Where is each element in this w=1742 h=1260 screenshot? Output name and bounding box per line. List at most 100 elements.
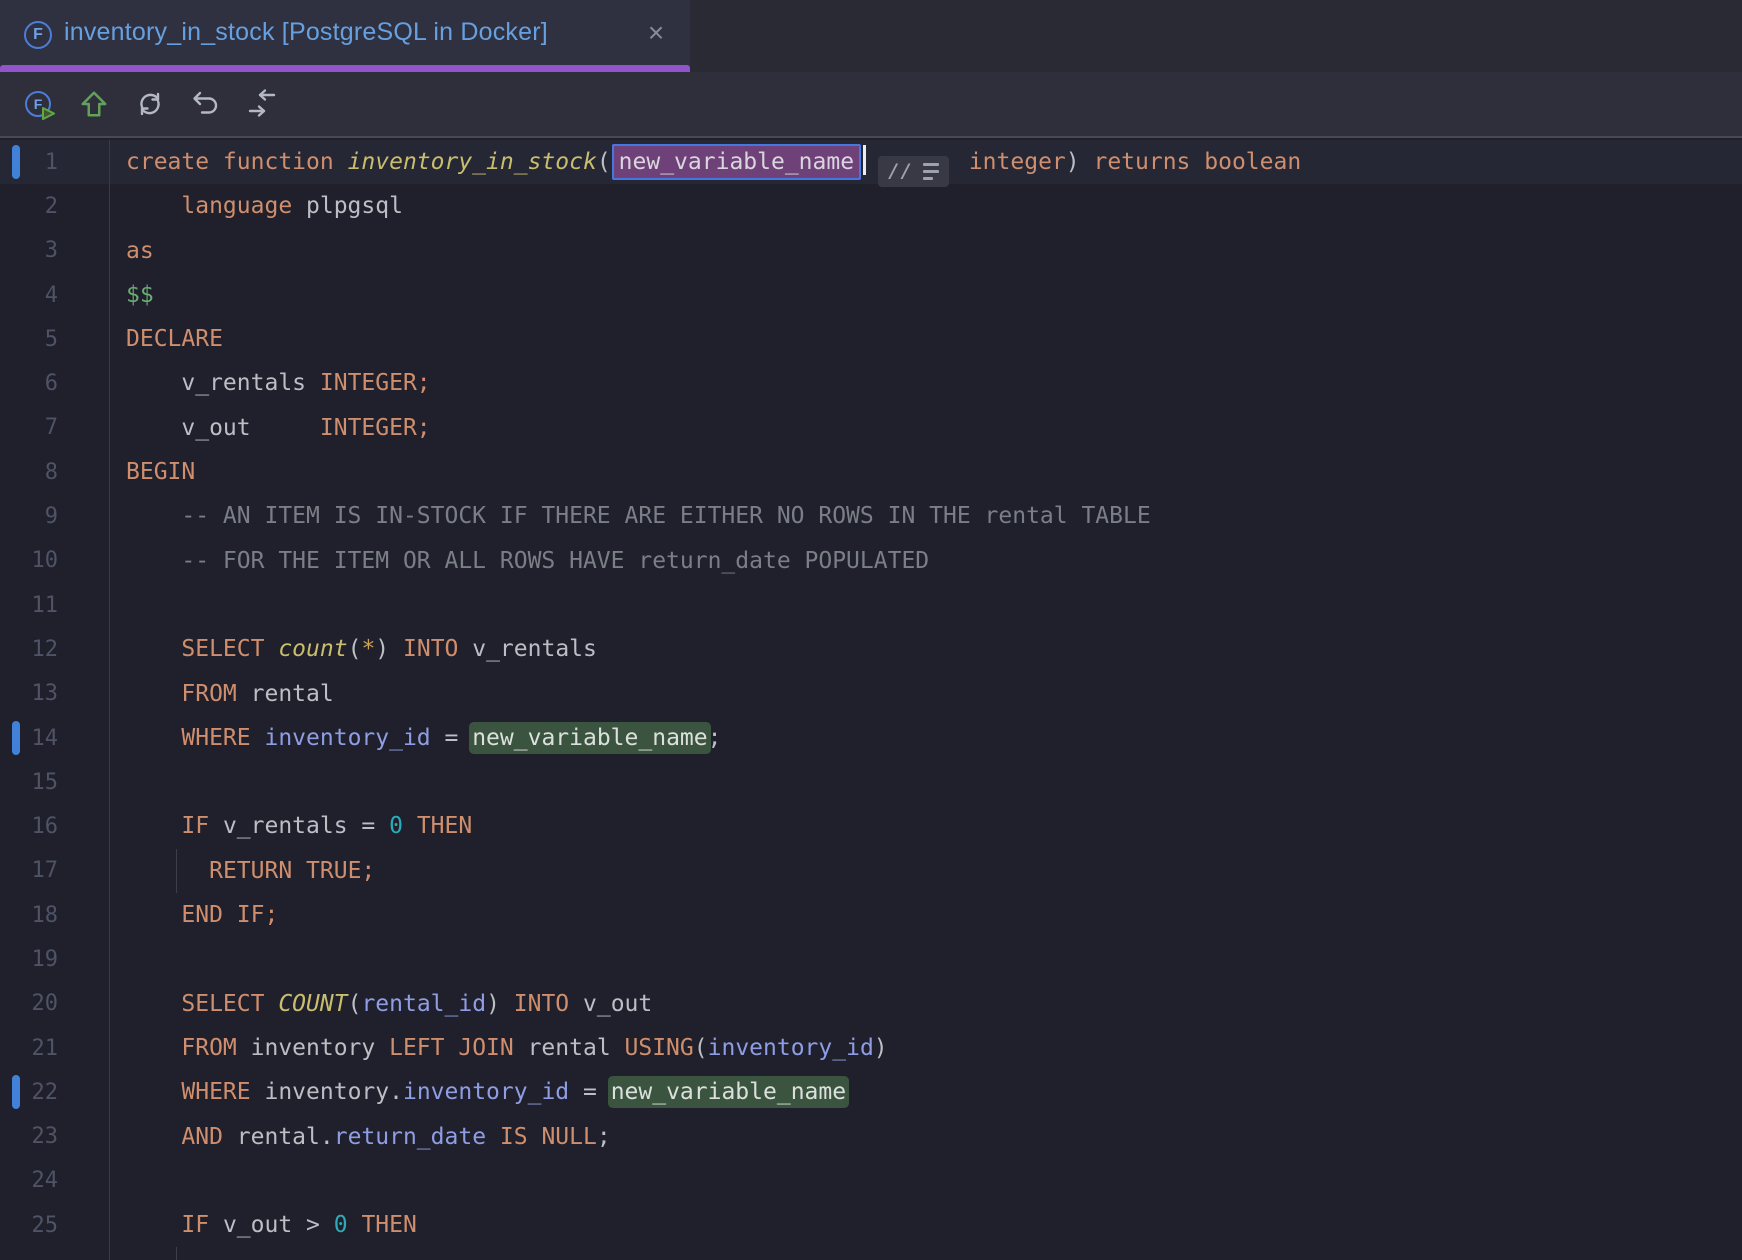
- gutter: 11: [0, 583, 110, 627]
- comment-occurrences-icon: //: [888, 162, 913, 181]
- line-number: 8: [0, 460, 58, 485]
- code-text: END IF;: [110, 893, 1742, 937]
- code-token: [486, 1124, 500, 1150]
- code-line: 12 SELECT count(*) INTO v_rentals: [0, 627, 1742, 671]
- code-token: [348, 1212, 362, 1238]
- code-line: 13 FROM rental: [0, 672, 1742, 716]
- code-line: 4 $$: [0, 273, 1742, 317]
- code-token: rental: [237, 681, 334, 707]
- code-token: rental.: [223, 1124, 334, 1150]
- code-token: =: [569, 1079, 611, 1105]
- submit-button[interactable]: [76, 86, 112, 122]
- code-text: as: [110, 229, 1742, 273]
- code-editor[interactable]: 1create function inventory_in_stock(new_…: [0, 140, 1742, 1260]
- code-token: integer: [969, 149, 1066, 175]
- close-icon[interactable]: ×: [636, 0, 676, 65]
- code-token: (: [597, 149, 611, 175]
- refresh-icon: [134, 88, 166, 120]
- gutter: 5: [0, 317, 110, 361]
- code-token: WHERE: [181, 1079, 250, 1105]
- gutter: [0, 1247, 110, 1260]
- code-token: v_rentals =: [209, 813, 389, 839]
- code-text: SELECT COUNT(rental_id) INTO v_out: [110, 982, 1742, 1026]
- code-token: ): [375, 636, 403, 662]
- code-line: 17 RETURN TRUE;: [0, 849, 1742, 893]
- code-line: 19: [0, 937, 1742, 981]
- gutter: 3: [0, 229, 110, 273]
- code-token: plpgsql: [292, 193, 403, 219]
- undo-button[interactable]: [188, 86, 224, 122]
- line-number: 7: [0, 415, 58, 440]
- code-line: 24: [0, 1159, 1742, 1203]
- tab-inventory-in-stock[interactable]: F inventory_in_stock [PostgreSQL in Dock…: [0, 0, 690, 72]
- code-text: DECLARE: [110, 317, 1742, 361]
- text-caret: [863, 145, 866, 175]
- line-number: 4: [0, 283, 58, 308]
- line-number: 2: [0, 194, 58, 219]
- code-text: RETURN TRUE;: [110, 849, 1742, 893]
- code-token: 0: [389, 813, 403, 839]
- code-token: ;: [708, 725, 722, 751]
- code-token: (: [694, 1035, 708, 1061]
- refresh-button[interactable]: [132, 86, 168, 122]
- line-number: 10: [0, 548, 58, 573]
- code-text: $$: [110, 273, 1742, 317]
- code-token: 0: [334, 1212, 348, 1238]
- gutter: 9: [0, 494, 110, 538]
- code-text: FROM inventory LEFT JOIN rental USING(in…: [110, 1026, 1742, 1070]
- code-token: ): [486, 991, 514, 1017]
- code-line: [0, 1247, 1742, 1260]
- code-token: COUNT: [278, 991, 347, 1017]
- gutter: 15: [0, 760, 110, 804]
- gutter: 20: [0, 982, 110, 1026]
- line-number: 13: [0, 681, 58, 706]
- occurrence-highlight: new_variable_name: [611, 1079, 846, 1105]
- code-text: AND rental.return_date IS NULL;: [110, 1115, 1742, 1159]
- jump-to-editor-button[interactable]: [244, 86, 280, 122]
- run-function-button[interactable]: F: [20, 86, 56, 122]
- line-number: 22: [0, 1080, 58, 1105]
- gutter-change-marker: [12, 1075, 20, 1109]
- gutter: 6: [0, 361, 110, 405]
- rename-inplace-field[interactable]: new_variable_name: [612, 144, 861, 180]
- code-line: 11: [0, 583, 1742, 627]
- code-line: 23 AND rental.return_date IS NULL;: [0, 1115, 1742, 1159]
- code-line: 20 SELECT COUNT(rental_id) INTO v_out: [0, 982, 1742, 1026]
- line-number: 3: [0, 238, 58, 263]
- code-token: as: [126, 238, 154, 264]
- code-token: [126, 681, 181, 707]
- code-token: =: [431, 725, 473, 751]
- code-token: inventory_id: [403, 1079, 569, 1105]
- code-line: 22 WHERE inventory.inventory_id = new_va…: [0, 1070, 1742, 1114]
- code-token: [126, 1212, 181, 1238]
- code-text: SELECT count(*) INTO v_rentals: [110, 627, 1742, 671]
- code-token: return_date: [334, 1124, 486, 1150]
- rename-options-chip[interactable]: //: [878, 156, 949, 187]
- code-token: IS NULL: [500, 1124, 597, 1150]
- gutter: 7: [0, 406, 110, 450]
- code-token: inventory_in_stock: [348, 149, 597, 175]
- code-token: *: [361, 636, 375, 662]
- code-token: [126, 193, 181, 219]
- code-token: DECLARE: [126, 326, 223, 352]
- gutter: 25: [0, 1203, 110, 1247]
- code-line: 16 IF v_rentals = 0 THEN: [0, 804, 1742, 848]
- gutter: 12: [0, 627, 110, 671]
- code-token: USING: [625, 1035, 694, 1061]
- code-token: INTO: [514, 991, 569, 1017]
- gutter: 21: [0, 1026, 110, 1070]
- gutter: 2: [0, 184, 110, 228]
- code-token: SELECT: [181, 991, 278, 1017]
- gutter: 10: [0, 539, 110, 583]
- gutter: 24: [0, 1159, 110, 1203]
- code-line: 8 BEGIN: [0, 450, 1742, 494]
- code-token: ): [1066, 149, 1094, 175]
- code-line: 3 as: [0, 229, 1742, 273]
- code-text: [110, 1159, 1742, 1203]
- code-token: inventory_id: [264, 725, 430, 751]
- code-text: BEGIN: [110, 450, 1742, 494]
- tab-title: inventory_in_stock [PostgreSQL in Docker…: [64, 0, 548, 65]
- code-text: WHERE inventory.inventory_id = new_varia…: [110, 1070, 1742, 1114]
- line-number: 1: [0, 150, 58, 175]
- line-number: 11: [0, 593, 58, 618]
